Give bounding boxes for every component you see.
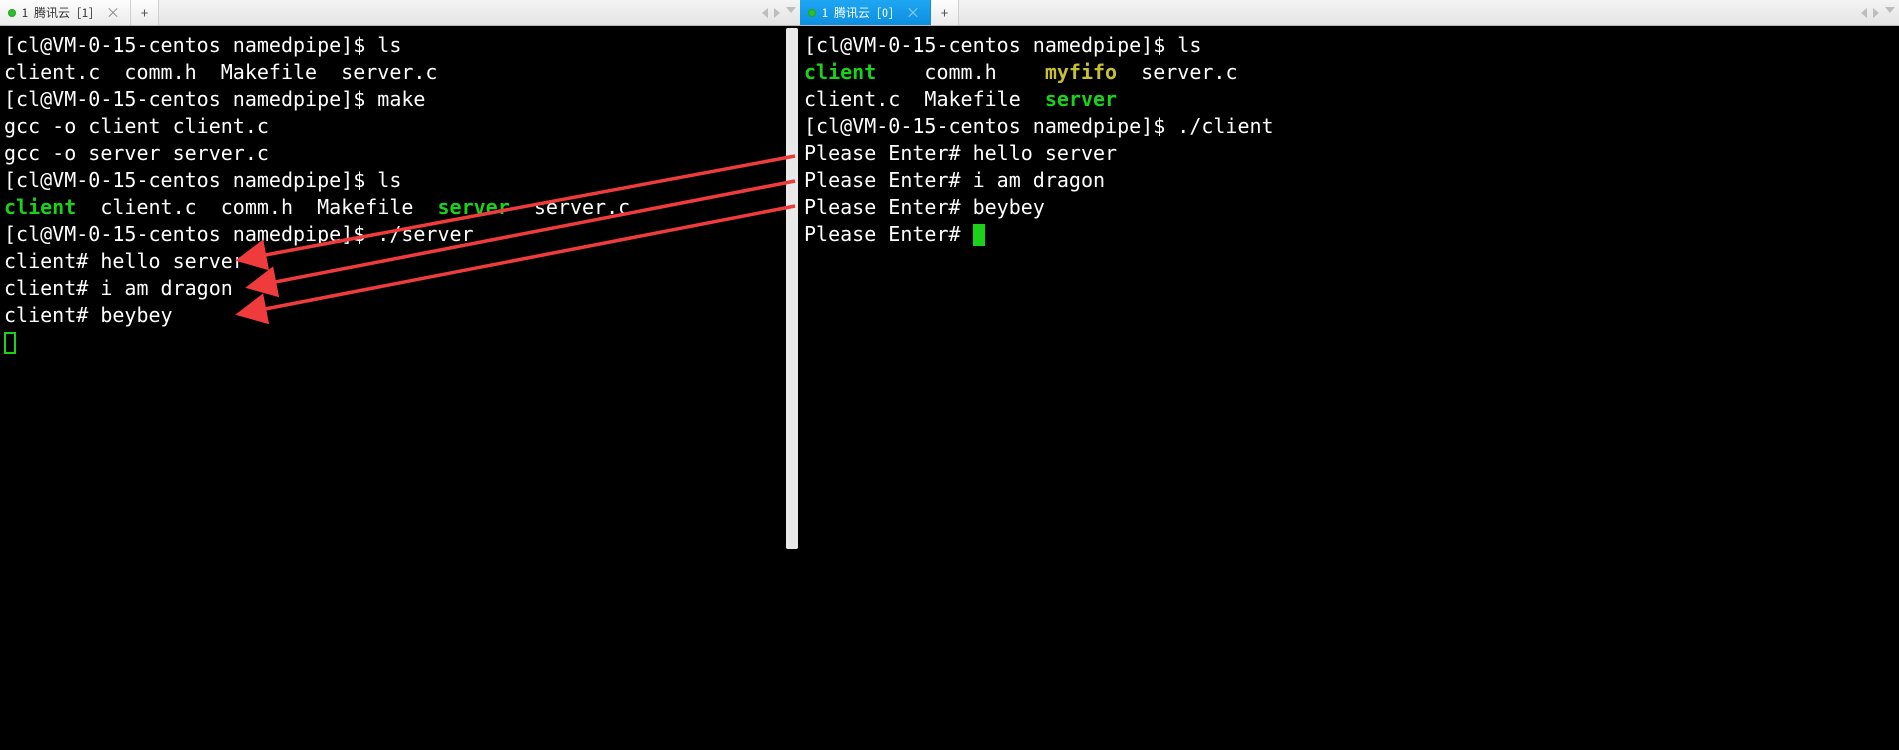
- terminal-text: client.c comm.h Makefile: [76, 195, 437, 219]
- terminal-line: client.c Makefile server: [804, 86, 1895, 113]
- terminal-line: [cl@VM-0-15-centos namedpipe]$ ls: [804, 32, 1895, 59]
- terminal-text: gcc -o server server.c: [4, 141, 269, 165]
- terminal-text: client.c Makefile: [804, 87, 1045, 111]
- terminal-text: client# hello server: [4, 249, 245, 273]
- terminal-line: [4, 329, 780, 356]
- terminal-line: client# i am dragon: [4, 275, 780, 302]
- terminal-line: Please Enter# i am dragon: [804, 167, 1895, 194]
- terminal-line: client# beybey: [4, 302, 780, 329]
- tab-left-1[interactable]: 1 腾讯云 [1] ×: [0, 0, 131, 25]
- terminal-line: client client.c comm.h Makefile server s…: [4, 194, 780, 221]
- split-workspace: 1 腾讯云 [1] × + [cl@VM-0-15-centos namedpi…: [0, 0, 1899, 750]
- tab-title: 1 腾讯云 [1]: [22, 4, 94, 21]
- terminal-text: [cl@VM-0-15-centos namedpipe]$ ls: [804, 33, 1201, 57]
- terminal-text: client# beybey: [4, 303, 173, 327]
- nav-prev-icon[interactable]: [1861, 8, 1867, 18]
- terminal-text: Please Enter# hello server: [804, 141, 1117, 165]
- terminal-text: gcc -o client client.c: [4, 114, 269, 138]
- tabbar-right: 1 腾讯云 [0] × +: [800, 0, 1899, 26]
- terminal-text: [cl@VM-0-15-centos namedpipe]$ ./client: [804, 114, 1274, 138]
- terminal-text: myfifo: [1045, 60, 1117, 84]
- terminal-wrap-right: [cl@VM-0-15-centos namedpipe]$ lsclient …: [800, 26, 1899, 750]
- terminal-cursor: [973, 224, 985, 246]
- scrollbar-left[interactable]: [784, 26, 800, 750]
- new-tab-button-left[interactable]: +: [131, 0, 159, 25]
- terminal-line: [cl@VM-0-15-centos namedpipe]$ ./server: [4, 221, 780, 248]
- nav-next-icon[interactable]: [774, 8, 780, 18]
- plus-icon: +: [941, 3, 948, 23]
- terminal-text: server: [1045, 87, 1117, 111]
- terminal-text: client# i am dragon: [4, 276, 233, 300]
- terminal-line: gcc -o client client.c: [4, 113, 780, 140]
- nav-next-icon[interactable]: [1873, 8, 1879, 18]
- terminal-wrap-left: [cl@VM-0-15-centos namedpipe]$ ls client.…: [0, 26, 800, 750]
- close-icon[interactable]: ×: [106, 6, 120, 20]
- terminal-text: server.c: [1117, 60, 1237, 84]
- terminal-text: server: [437, 195, 509, 219]
- new-tab-button-right[interactable]: +: [931, 0, 959, 25]
- terminal-line: client.c comm.h Makefile server.c: [4, 59, 780, 86]
- terminal-text: client: [804, 60, 876, 84]
- terminal-line: [cl@VM-0-15-centos namedpipe]$ make: [4, 86, 780, 113]
- tab-title: 1 腾讯云 [0]: [822, 4, 894, 21]
- tab-right-1[interactable]: 1 腾讯云 [0] ×: [800, 0, 931, 25]
- terminal-line: gcc -o server server.c: [4, 140, 780, 167]
- terminal-text: server.c: [510, 195, 630, 219]
- terminal-left[interactable]: [cl@VM-0-15-centos namedpipe]$ ls client.…: [0, 26, 784, 750]
- terminal-right[interactable]: [cl@VM-0-15-centos namedpipe]$ lsclient …: [800, 26, 1899, 750]
- tabbar-left: 1 腾讯云 [1] × +: [0, 0, 800, 26]
- terminal-text: [cl@VM-0-15-centos namedpipe]$ make: [4, 87, 425, 111]
- terminal-text: [cl@VM-0-15-centos namedpipe]$ ls: [4, 33, 401, 57]
- terminal-line: [cl@VM-0-15-centos namedpipe]$ ls: [4, 167, 780, 194]
- terminal-text: client.c comm.h Makefile server.c: [4, 60, 437, 84]
- terminal-line: client comm.h myfifo server.c: [804, 59, 1895, 86]
- terminal-text: Please Enter#: [804, 222, 973, 246]
- nav-menu-icon[interactable]: [786, 7, 796, 18]
- status-dot-icon: [808, 9, 816, 17]
- terminal-text: client: [4, 195, 76, 219]
- nav-menu-icon[interactable]: [1885, 7, 1895, 18]
- terminal-line: Please Enter#: [804, 221, 1895, 248]
- nav-prev-icon[interactable]: [762, 8, 768, 18]
- terminal-text: [cl@VM-0-15-centos namedpipe]$ ./server: [4, 222, 474, 246]
- scrollbar-thumb[interactable]: [786, 28, 798, 549]
- terminal-line: Please Enter# hello server: [804, 140, 1895, 167]
- terminal-line: [cl@VM-0-15-centos namedpipe]$ ./client: [804, 113, 1895, 140]
- close-icon[interactable]: ×: [906, 6, 920, 20]
- terminal-line: client# hello server: [4, 248, 780, 275]
- terminal-text: Please Enter# i am dragon: [804, 168, 1105, 192]
- tabbar-nav-left: [762, 0, 796, 25]
- terminal-cursor: [4, 332, 16, 354]
- pane-right: 1 腾讯云 [0] × + [cl@VM-0-15-centos namedpi…: [800, 0, 1899, 750]
- status-dot-icon: [8, 9, 16, 17]
- terminal-text: Please Enter# beybey: [804, 195, 1045, 219]
- pane-left: 1 腾讯云 [1] × + [cl@VM-0-15-centos namedpi…: [0, 0, 800, 750]
- terminal-text: [cl@VM-0-15-centos namedpipe]$ ls: [4, 168, 401, 192]
- tabbar-nav-right: [1861, 0, 1895, 25]
- plus-icon: +: [141, 3, 148, 23]
- terminal-text: comm.h: [876, 60, 1045, 84]
- terminal-line: [cl@VM-0-15-centos namedpipe]$ ls: [4, 32, 780, 59]
- terminal-line: Please Enter# beybey: [804, 194, 1895, 221]
